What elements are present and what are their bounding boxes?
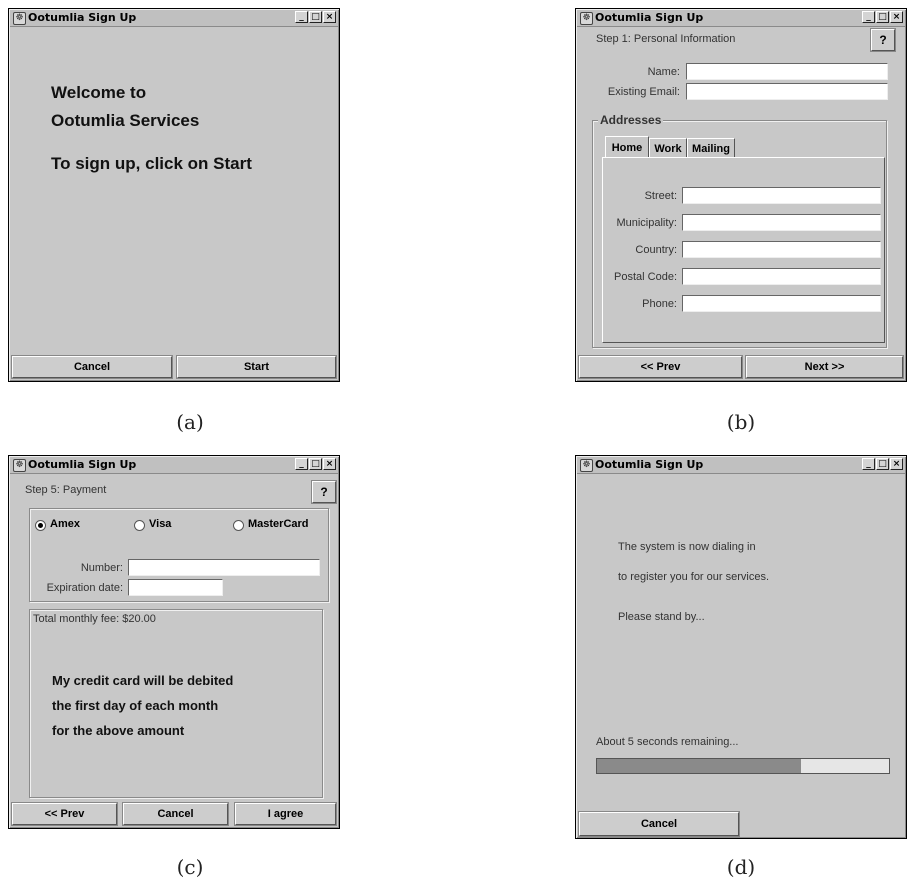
window-title: Ootumlia Sign Up	[28, 458, 137, 471]
caption-a: (a)	[176, 410, 204, 434]
phone-input[interactable]	[682, 295, 881, 312]
tab-home[interactable]: Home	[605, 136, 649, 158]
name-input[interactable]	[686, 63, 888, 80]
title-bar[interactable]: ☸ Ootumlia Sign Up _ □ ×	[10, 457, 338, 474]
maximize-button[interactable]: □	[309, 458, 322, 470]
addresses-label: Addresses	[598, 113, 664, 127]
tab-mailing[interactable]: Mailing	[687, 138, 735, 158]
radio-amex[interactable]	[35, 520, 46, 531]
country-input[interactable]	[682, 241, 881, 258]
number-label: Number:	[80, 562, 123, 574]
welcome-line-2: Ootumlia Services	[51, 111, 200, 130]
app-icon: ☸	[580, 459, 593, 472]
minimize-button[interactable]: _	[862, 11, 875, 23]
app-icon: ☸	[580, 12, 593, 25]
time-remaining: About 5 seconds remaining...	[596, 736, 739, 748]
prev-button[interactable]: << Prev	[578, 355, 743, 379]
help-button[interactable]: ?	[311, 480, 337, 504]
radio-mastercard[interactable]	[233, 520, 244, 531]
minimize-button[interactable]: _	[862, 458, 875, 470]
title-bar[interactable]: ☸ Ootumlia Sign Up _ □ ×	[10, 10, 338, 27]
cancel-button[interactable]: Cancel	[578, 811, 740, 837]
caption-d: (d)	[726, 855, 756, 879]
minimize-button[interactable]: _	[295, 458, 308, 470]
close-button[interactable]: ×	[890, 458, 903, 470]
welcome-line-1: Welcome to	[51, 83, 147, 102]
radio-visa[interactable]	[134, 520, 145, 531]
start-button[interactable]: Start	[176, 355, 337, 379]
terms-line-1: My credit card will be debited	[52, 673, 234, 688]
municipality-label: Municipality:	[616, 217, 677, 229]
terms-line-2: the first day of each month	[52, 698, 219, 713]
email-label: Existing Email:	[607, 86, 680, 98]
terms-line-3: for the above amount	[52, 723, 185, 738]
country-label: Country:	[635, 244, 677, 256]
window-payment: ☸ Ootumlia Sign Up _ □ × Step 5: Payment…	[8, 455, 340, 829]
radio-amex-label[interactable]: Amex	[50, 518, 80, 530]
expiration-date-input[interactable]	[128, 579, 223, 596]
prev-button[interactable]: << Prev	[11, 802, 118, 826]
minimize-button[interactable]: _	[295, 11, 308, 23]
close-button[interactable]: ×	[323, 458, 336, 470]
window-title: Ootumlia Sign Up	[595, 458, 704, 471]
maximize-button[interactable]: □	[876, 11, 889, 23]
postal-code-label: Postal Code:	[614, 271, 677, 283]
monthly-fee: Total monthly fee: $20.00	[33, 613, 156, 625]
caption-b: (b)	[726, 410, 756, 434]
radio-mastercard-label[interactable]: MasterCard	[248, 518, 309, 530]
step-title: Step 5: Payment	[25, 484, 107, 496]
close-button[interactable]: ×	[890, 11, 903, 23]
agree-button[interactable]: I agree	[234, 802, 337, 826]
app-icon: ☸	[13, 12, 26, 25]
phone-label: Phone:	[642, 298, 677, 310]
next-button[interactable]: Next >>	[745, 355, 904, 379]
email-input[interactable]	[686, 83, 888, 100]
expiration-label: Expiration date:	[46, 582, 123, 594]
window-personal-info: ☸ Ootumlia Sign Up _ □ × Step 1: Persona…	[575, 8, 907, 382]
maximize-button[interactable]: □	[876, 458, 889, 470]
window-dialing: ☸ Ootumlia Sign Up _ □ × The system is n…	[575, 455, 907, 839]
cancel-button[interactable]: Cancel	[122, 802, 229, 826]
radio-visa-label[interactable]: Visa	[149, 518, 171, 530]
caption-c: (c)	[176, 855, 204, 879]
tab-work[interactable]: Work	[649, 138, 687, 158]
help-button[interactable]: ?	[870, 28, 896, 52]
card-number-input[interactable]	[128, 559, 320, 576]
status-line-2: to register you for our services.	[618, 571, 770, 583]
name-label: Name:	[647, 66, 680, 78]
progress-bar	[596, 758, 890, 774]
title-bar[interactable]: ☸ Ootumlia Sign Up _ □ ×	[577, 10, 905, 27]
title-bar[interactable]: ☸ Ootumlia Sign Up _ □ ×	[577, 457, 905, 474]
municipality-input[interactable]	[682, 214, 881, 231]
close-button[interactable]: ×	[323, 11, 336, 23]
window-title: Ootumlia Sign Up	[595, 11, 704, 24]
postal-code-input[interactable]	[682, 268, 881, 285]
step-title: Step 1: Personal Information	[596, 33, 736, 45]
status-line-1: The system is now dialing in	[618, 541, 756, 553]
street-label: Street:	[644, 190, 677, 202]
app-icon: ☸	[13, 459, 26, 472]
cancel-button[interactable]: Cancel	[11, 355, 173, 379]
maximize-button[interactable]: □	[309, 11, 322, 23]
window-title: Ootumlia Sign Up	[28, 11, 137, 24]
instruction-text: To sign up, click on Start	[51, 154, 252, 173]
street-input[interactable]	[682, 187, 881, 204]
window-welcome: ☸ Ootumlia Sign Up _ □ × Welcome to Ootu…	[8, 8, 340, 382]
progress-fill	[597, 759, 802, 773]
status-line-3: Please stand by...	[618, 611, 705, 623]
